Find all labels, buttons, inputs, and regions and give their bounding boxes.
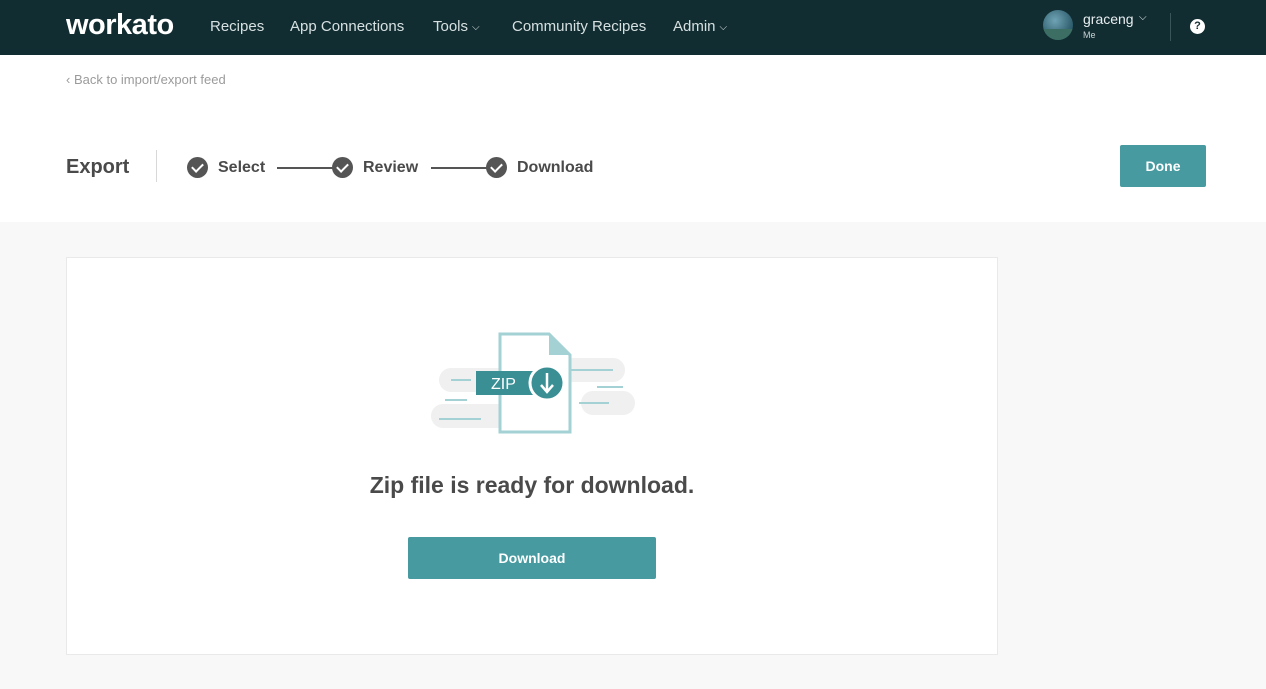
check-circle-icon xyxy=(486,157,507,178)
download-card: ZIP Zip file is ready for download. Down… xyxy=(66,257,998,655)
workato-logo[interactable]: workato xyxy=(66,9,174,42)
done-button[interactable]: Done xyxy=(1120,145,1206,187)
help-icon[interactable]: ? xyxy=(1190,19,1205,34)
page-title: Export xyxy=(66,156,130,178)
check-circle-icon xyxy=(332,157,353,178)
title-divider xyxy=(156,150,157,182)
step-label: Select xyxy=(218,158,266,176)
nav-item-community-recipes[interactable]: Community Recipes xyxy=(512,18,646,35)
download-button[interactable]: Download xyxy=(408,537,656,579)
top-navigation: workato Recipes App Connections Tools ⌵ C… xyxy=(0,0,1266,55)
step-review: Review xyxy=(332,157,418,178)
export-header: ‹ Back to import/export feed Export Sele… xyxy=(0,55,1266,222)
step-label: Download xyxy=(517,158,594,176)
nav-item-recipes[interactable]: Recipes xyxy=(210,18,264,35)
user-name[interactable]: graceng xyxy=(1083,11,1134,27)
svg-text:ZIP: ZIP xyxy=(491,376,516,393)
check-circle-icon xyxy=(187,157,208,178)
nav-item-label: Community Recipes xyxy=(512,18,647,35)
nav-item-admin[interactable]: Admin ⌵ xyxy=(673,18,727,35)
chevron-down-icon: ⌵ xyxy=(472,21,480,33)
nav-item-label: Admin xyxy=(673,18,716,35)
step-connector xyxy=(277,167,333,169)
nav-item-label: Recipes xyxy=(210,18,265,35)
back-link[interactable]: ‹ Back to import/export feed xyxy=(66,72,226,87)
zip-file-download-icon: ZIP xyxy=(431,332,635,434)
chevron-down-icon: ⌵ xyxy=(719,21,728,33)
nav-item-app-connections[interactable]: App Connections xyxy=(290,18,404,35)
user-subtitle: Me xyxy=(1083,30,1096,40)
step-select: Select xyxy=(187,157,265,178)
nav-divider xyxy=(1170,13,1171,41)
ready-message: Zip file is ready for download. xyxy=(369,472,695,498)
chevron-down-icon[interactable]: ⌵ xyxy=(1139,12,1147,23)
avatar[interactable] xyxy=(1043,10,1073,40)
nav-item-label: Tools xyxy=(433,18,469,35)
nav-item-label: App Connections xyxy=(290,18,405,35)
step-connector xyxy=(431,167,487,169)
nav-item-tools[interactable]: Tools ⌵ xyxy=(433,18,480,35)
step-label: Review xyxy=(363,158,419,176)
step-download: Download xyxy=(486,157,593,178)
